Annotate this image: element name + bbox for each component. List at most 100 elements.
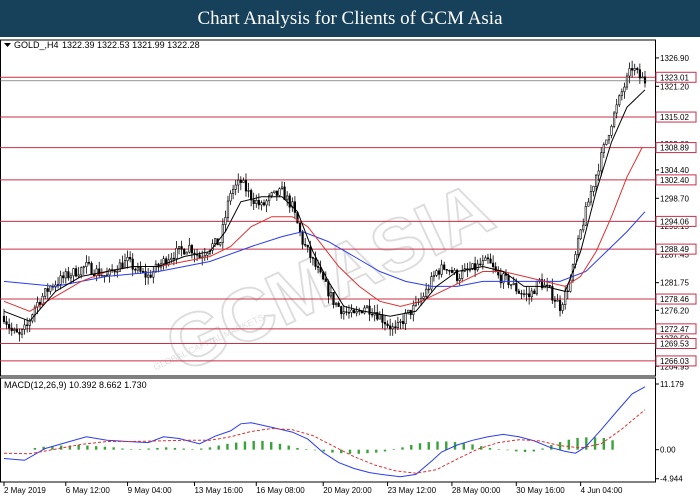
symbol-label: GOLD_,H4 [14,40,59,50]
macd-histogram-bar [427,442,430,450]
macd-histogram-bar [217,445,220,450]
macd-panel-frame [0,377,656,483]
price-tick-label: 1326.90 [660,54,689,63]
macd-label: MACD(12,26,9) 10.392 8.662 1.730 [4,380,147,390]
candle-body [265,200,268,206]
candle-body [520,293,523,295]
candle-body [618,95,621,106]
candle-body [522,293,526,295]
candle-body [479,263,482,266]
candle-body [615,104,618,114]
candle-body [188,245,191,253]
price-tick-label: 1281.75 [660,279,689,288]
time-tick-label: 9 May 04:00 [128,486,173,495]
candle-body [564,290,567,305]
candle-body [175,247,178,259]
candle-body [512,283,515,285]
candle-body [401,321,405,324]
candle-body [383,322,387,325]
time-tick-label: 6 May 12:00 [66,486,111,495]
candle-body [237,179,240,186]
macd-histogram-bar [33,447,37,450]
symbol-dropdown-icon[interactable] [4,43,11,47]
candle-body [342,311,345,315]
candle-body [257,199,260,206]
macd-histogram-bar [523,449,527,453]
macd-histogram-bar [164,447,168,450]
candle-body [358,310,361,312]
candle-body [108,269,111,276]
macd-histogram-bar [401,447,404,450]
candle-body [59,275,62,285]
trading-chart: GCMASIA GLOBAL CAPITAL MARKETS 1326.90 13… [0,39,697,495]
macd-histogram-bar [94,446,98,450]
time-tick-label: 4 Jun 04:00 [581,486,623,495]
signal-line [3,409,646,474]
macd-histogram-bar [112,447,115,450]
macd-histogram-bar [602,437,606,450]
candle-body [353,309,356,314]
candle-body [453,269,456,273]
candle-body [594,174,598,187]
candle-body [510,284,513,286]
macd-histogram-bar [138,449,142,450]
candle-body [332,292,335,305]
macd-tick-label: -4.944 [660,475,683,484]
level-label: 1288.49 [660,245,689,254]
candle-body [136,266,139,271]
macd-histogram-bar [488,447,492,450]
time-tick-label: 28 May 00:00 [452,486,501,495]
candle-body [213,238,217,245]
candle-body [180,246,183,250]
macd-histogram-bar [296,447,299,450]
macd-tick-label: 0.00 [660,446,676,455]
macd-histogram-bar [208,447,212,450]
candle-body [458,278,461,281]
candle-body [641,76,644,79]
candle-body [239,179,242,183]
candle-body [273,190,276,193]
candle-body [224,217,227,225]
candle-body [23,324,26,330]
candle-body [229,193,232,202]
candle-body [252,199,255,204]
macd-histogram-bar [436,441,439,450]
level-label: 1272.47 [660,325,689,334]
candle-body [525,293,528,295]
candle-body [244,180,248,192]
candle-body [242,180,245,183]
candle-body [149,274,152,278]
candle-body [638,69,641,79]
candle-body [533,290,536,295]
candle-body [298,222,302,232]
macd-histogram-bar [191,449,194,450]
macd-histogram-bar [147,448,150,450]
macd-histogram-bar [462,443,465,450]
candle-body [368,305,371,315]
candle-body [131,258,134,270]
candle-body [275,190,278,196]
candle-body [605,139,608,145]
candle-body [95,268,98,276]
candle-body [548,285,551,287]
watermark: GCMASIA GLOBAL CAPITAL MARKETS [152,164,506,389]
candle-body [432,275,436,277]
candle-body [528,293,531,298]
candle-body [631,68,634,71]
candle-body [26,324,29,327]
price-tick-label: 1304.40 [660,166,689,175]
macd-histogram-bar [270,442,273,450]
candle-body [8,324,11,329]
candle-body [293,201,296,213]
level-label: 1278.46 [660,295,689,304]
macd-histogram-bar [156,447,159,450]
candle-body [492,262,495,268]
candle-body [255,199,258,204]
time-tick-label: 13 May 16:00 [194,486,243,495]
candle-body [340,306,343,315]
candle-body [553,299,556,302]
candle-body [378,314,381,320]
candle-body [435,270,438,276]
candle-body [327,281,330,297]
candle-body [62,275,65,279]
